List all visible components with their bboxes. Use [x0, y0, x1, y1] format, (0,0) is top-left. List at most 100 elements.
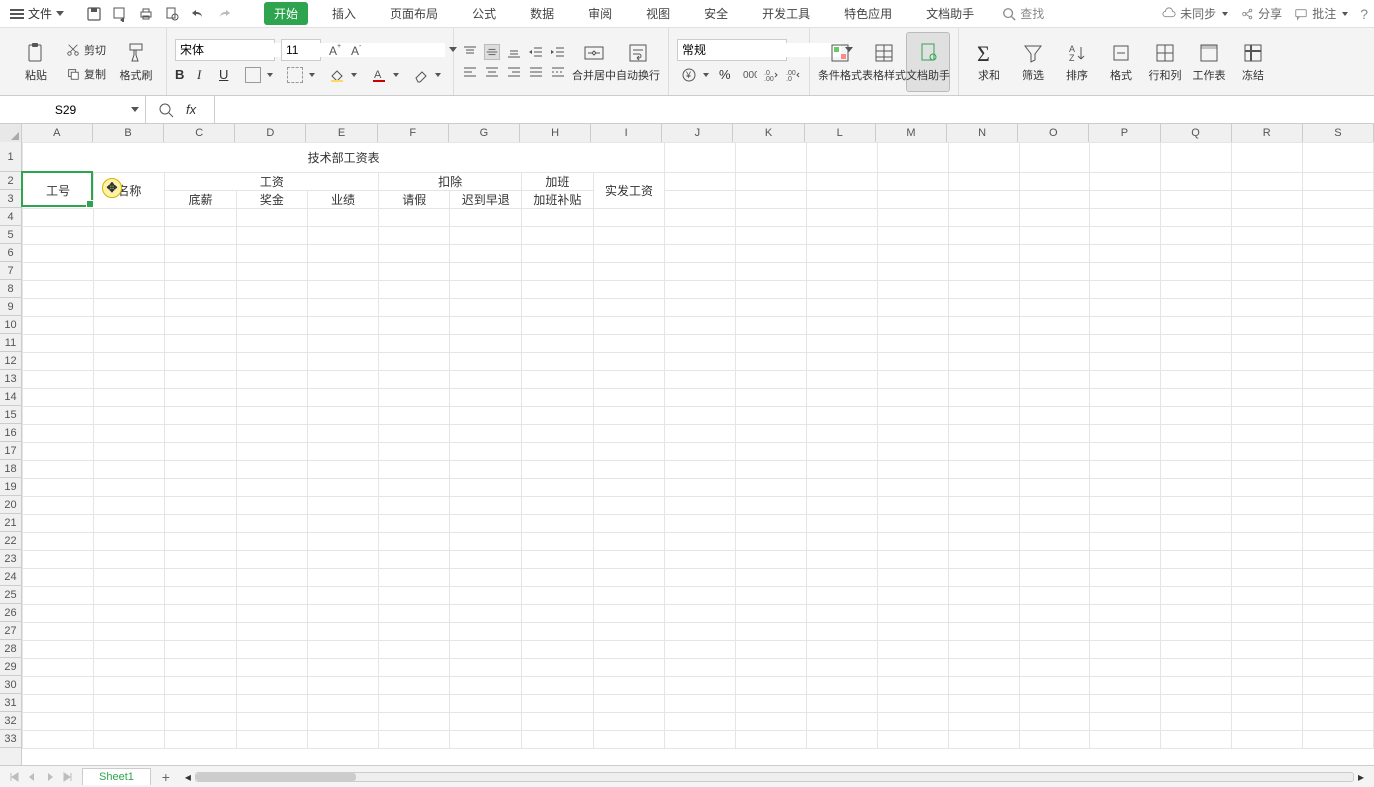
cell[interactable] [1161, 587, 1232, 605]
cell[interactable] [736, 335, 807, 353]
cell[interactable] [307, 281, 378, 299]
cell[interactable] [877, 731, 948, 749]
cell[interactable] [1161, 479, 1232, 497]
cell[interactable] [736, 425, 807, 443]
cell[interactable] [736, 317, 807, 335]
name-box-input[interactable] [0, 103, 131, 117]
cell[interactable] [23, 677, 94, 695]
cell[interactable] [450, 605, 522, 623]
bold-button[interactable]: B [175, 67, 191, 83]
fill-color-button[interactable] [325, 65, 361, 85]
menu-tab-9[interactable]: 特色应用 [834, 2, 902, 25]
row-header-29[interactable]: 29 [0, 658, 21, 676]
undo-icon[interactable] [190, 6, 206, 22]
cell[interactable]: 底薪 [165, 191, 236, 209]
cell[interactable] [948, 551, 1019, 569]
cell[interactable] [236, 299, 307, 317]
row-header-20[interactable]: 20 [0, 496, 21, 514]
cell[interactable] [1232, 443, 1303, 461]
row-header-1[interactable]: 1 [0, 142, 21, 172]
cell[interactable] [948, 317, 1019, 335]
cell[interactable] [593, 335, 665, 353]
cell[interactable] [736, 713, 807, 731]
cell[interactable] [522, 443, 594, 461]
cell[interactable] [736, 569, 807, 587]
cell[interactable] [236, 263, 307, 281]
cell[interactable] [307, 569, 378, 587]
cell[interactable] [236, 317, 307, 335]
cell[interactable] [94, 605, 165, 623]
cell[interactable] [1090, 677, 1161, 695]
cell[interactable] [1090, 533, 1161, 551]
cell[interactable] [948, 143, 1019, 173]
cell[interactable] [877, 623, 948, 641]
cell[interactable] [165, 569, 236, 587]
cell[interactable] [736, 299, 807, 317]
font-color-button[interactable]: A [367, 65, 403, 85]
cell[interactable] [522, 569, 594, 587]
cell[interactable] [307, 641, 378, 659]
cell[interactable] [807, 641, 878, 659]
cell[interactable] [1303, 695, 1374, 713]
cell[interactable] [94, 443, 165, 461]
format-button[interactable]: 格式 [1099, 32, 1143, 92]
cell[interactable] [807, 335, 878, 353]
cell[interactable] [877, 209, 948, 227]
cell[interactable] [1232, 461, 1303, 479]
cell[interactable] [1161, 227, 1232, 245]
border-button[interactable] [241, 65, 277, 85]
cell[interactable] [1232, 209, 1303, 227]
cell[interactable] [379, 587, 450, 605]
share-button[interactable]: 分享 [1240, 5, 1282, 22]
cell[interactable] [307, 299, 378, 317]
cell[interactable] [23, 263, 94, 281]
cell[interactable] [807, 605, 878, 623]
cell[interactable] [877, 281, 948, 299]
cell[interactable] [1303, 713, 1374, 731]
align-left-button[interactable] [462, 64, 478, 80]
cell[interactable] [1161, 623, 1232, 641]
cell[interactable] [236, 281, 307, 299]
cell[interactable] [736, 281, 807, 299]
cell[interactable] [1303, 659, 1374, 677]
cell[interactable] [450, 533, 522, 551]
cell[interactable] [593, 497, 665, 515]
cell[interactable] [23, 461, 94, 479]
cell[interactable] [450, 371, 522, 389]
cell[interactable] [736, 443, 807, 461]
cell[interactable] [1303, 335, 1374, 353]
cell[interactable]: 工资 [165, 173, 379, 191]
cell[interactable] [1019, 587, 1090, 605]
cell[interactable] [593, 227, 665, 245]
cell[interactable] [379, 407, 450, 425]
cell[interactable] [948, 209, 1019, 227]
cell[interactable] [877, 173, 948, 191]
cell[interactable] [807, 209, 878, 227]
cell[interactable] [236, 245, 307, 263]
cell[interactable] [23, 209, 94, 227]
cell[interactable] [807, 497, 878, 515]
cell[interactable] [736, 731, 807, 749]
row-header-24[interactable]: 24 [0, 568, 21, 586]
cell[interactable] [1090, 569, 1161, 587]
menu-tab-6[interactable]: 视图 [636, 2, 680, 25]
cell[interactable] [94, 281, 165, 299]
cell[interactable] [165, 731, 236, 749]
cell[interactable] [307, 677, 378, 695]
cell[interactable] [522, 245, 594, 263]
cell[interactable] [165, 533, 236, 551]
cell[interactable] [1232, 245, 1303, 263]
cell[interactable] [593, 353, 665, 371]
cell[interactable] [1161, 695, 1232, 713]
row-header-19[interactable]: 19 [0, 478, 21, 496]
cell[interactable] [1232, 227, 1303, 245]
cell[interactable] [236, 479, 307, 497]
menu-tab-8[interactable]: 开发工具 [752, 2, 820, 25]
cell[interactable] [165, 263, 236, 281]
cell[interactable] [1232, 335, 1303, 353]
cell[interactable] [1019, 515, 1090, 533]
cell[interactable] [948, 515, 1019, 533]
cell[interactable] [94, 533, 165, 551]
cell[interactable] [307, 605, 378, 623]
cell[interactable] [593, 371, 665, 389]
